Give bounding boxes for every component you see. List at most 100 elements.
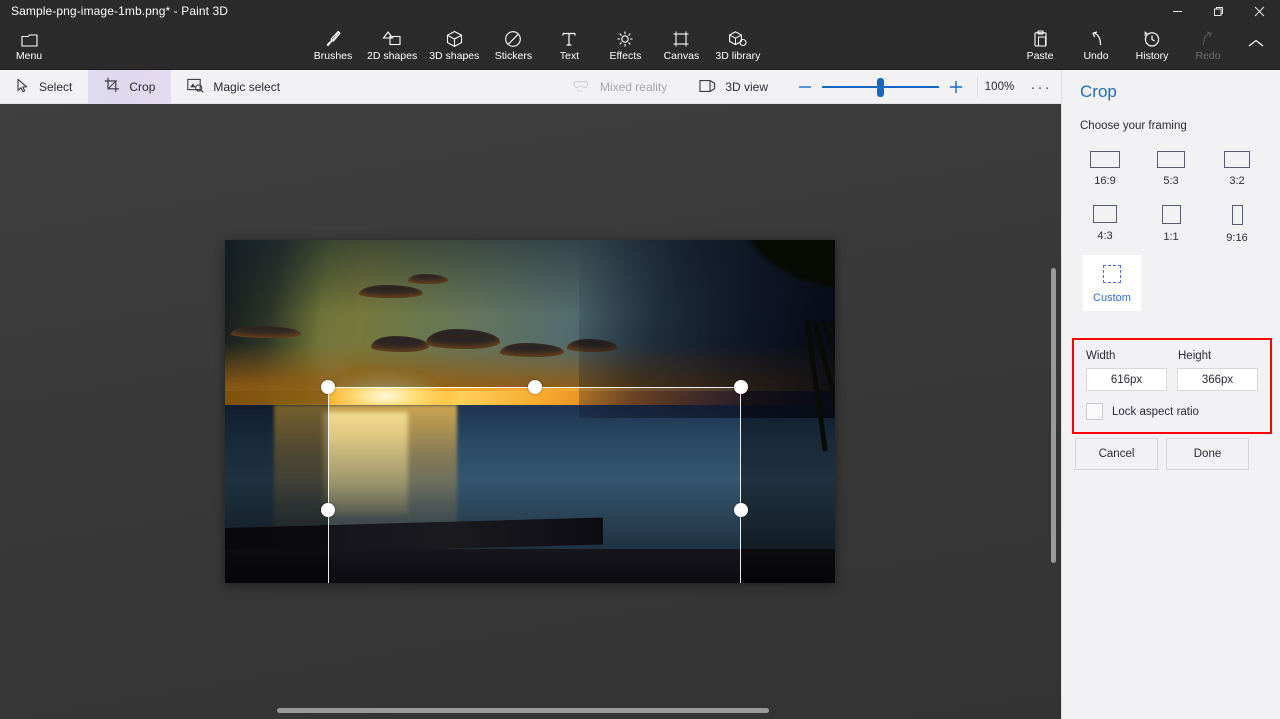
tool-2d-shapes[interactable]: 2D shapes: [361, 22, 423, 70]
zoom-out-button[interactable]: [788, 70, 822, 104]
ratio-option-1-1[interactable]: 1:1: [1138, 200, 1204, 249]
subbar-item-mixed-reality: Mixed reality: [557, 70, 683, 104]
ratio-option-custom[interactable]: Custom: [1083, 255, 1141, 311]
ribbon-tool-group: Brushes 2D shapes 3D shapes: [305, 22, 766, 70]
tool-label: 3D shapes: [429, 50, 479, 62]
width-label: Width: [1086, 350, 1166, 362]
square-icon: [1162, 205, 1181, 224]
artboard[interactable]: [225, 240, 835, 583]
crop-selection-rect[interactable]: [328, 387, 741, 583]
redo-icon: [1199, 30, 1217, 48]
sticker-icon: [504, 30, 522, 48]
zoom-in-button[interactable]: [939, 70, 973, 104]
minimize-button[interactable]: [1157, 0, 1198, 22]
crop-handle-top-center[interactable]: [528, 380, 542, 394]
cube-icon: [446, 30, 463, 48]
subbar-item-magic-select[interactable]: Magic select: [171, 70, 296, 104]
magic-select-icon: [187, 78, 204, 96]
crop-icon: [104, 77, 120, 96]
subbar-item-select[interactable]: Select: [0, 70, 88, 104]
height-input[interactable]: 366px: [1177, 368, 1258, 391]
undo-button[interactable]: Undo: [1068, 22, 1124, 70]
zoom-slider-thumb[interactable]: [877, 78, 884, 97]
subbar-right-group: Mixed reality 3D view 100%: [557, 70, 1061, 104]
tool-3d-library[interactable]: 3D library: [709, 22, 766, 70]
canvas-icon: [672, 30, 690, 48]
zoom-percent-label[interactable]: 100%: [977, 77, 1021, 97]
crop-handle-top-right[interactable]: [734, 380, 748, 394]
subbar-label: Select: [39, 80, 72, 94]
tool-label: Effects: [609, 50, 641, 62]
crop-handle-middle-left[interactable]: [321, 503, 335, 517]
tool-label: Canvas: [664, 50, 700, 62]
ratio-option-3-2[interactable]: 3:2: [1204, 146, 1270, 192]
tool-stickers[interactable]: Stickers: [485, 22, 541, 70]
framing-ratio-grid: 16:9 5:3 3:2 4:3 1:1 9:16: [1062, 132, 1280, 249]
menu-button[interactable]: Menu: [6, 22, 52, 70]
ribbon-action-group: Paste Undo History: [1012, 22, 1236, 70]
crop-handle-middle-right[interactable]: [734, 503, 748, 517]
subbar-label: 3D view: [725, 80, 768, 94]
cancel-button[interactable]: Cancel: [1075, 438, 1158, 470]
window-title: Sample-png-image-1mb.png* - Paint 3D: [0, 4, 228, 18]
tool-text[interactable]: Text: [541, 22, 597, 70]
width-input[interactable]: 616px: [1086, 368, 1167, 391]
window-controls: [1157, 0, 1280, 22]
folder-icon: [21, 30, 38, 48]
tool-brushes[interactable]: Brushes: [305, 22, 361, 70]
tool-effects[interactable]: Effects: [597, 22, 653, 70]
dimension-labels: Width Height: [1086, 350, 1258, 362]
ratio-option-9-16[interactable]: 9:16: [1204, 200, 1270, 249]
height-label: Height: [1178, 350, 1258, 362]
rectangle-icon: [1093, 205, 1117, 223]
subbar-item-crop[interactable]: Crop: [88, 70, 171, 104]
clipboard-icon: [1033, 30, 1048, 48]
canvas-vertical-scrollbar[interactable]: [1051, 268, 1056, 563]
library-icon: [728, 30, 747, 48]
zoom-control: [784, 70, 977, 104]
close-button[interactable]: [1239, 0, 1280, 22]
paste-button[interactable]: Paste: [1012, 22, 1068, 70]
brush-icon: [324, 30, 342, 48]
history-button[interactable]: History: [1124, 22, 1180, 70]
menu-label: Menu: [16, 50, 42, 62]
zoom-slider[interactable]: [822, 70, 939, 104]
action-label: Paste: [1027, 50, 1054, 62]
ratio-option-4-3[interactable]: 4:3: [1072, 200, 1138, 249]
lock-aspect-ratio-row[interactable]: Lock aspect ratio: [1086, 403, 1258, 420]
subbar-item-3d-view[interactable]: 3D view: [683, 70, 784, 104]
portrait-rectangle-icon: [1232, 205, 1243, 225]
subbar-label: Magic select: [213, 80, 280, 94]
crop-handle-top-left[interactable]: [321, 380, 335, 394]
restore-button[interactable]: [1198, 0, 1239, 22]
ratio-label: 1:1: [1163, 231, 1178, 243]
panel-subtitle: Choose your framing: [1062, 102, 1280, 132]
redo-button: Redo: [1180, 22, 1236, 70]
dashed-square-icon: [1103, 265, 1121, 283]
ratio-option-5-3[interactable]: 5:3: [1138, 146, 1204, 192]
crop-dimensions-group: Width Height 616px 366px Lock aspect rat…: [1072, 338, 1272, 434]
done-button[interactable]: Done: [1166, 438, 1249, 470]
view-3d-icon: [699, 79, 716, 96]
ratio-option-16-9[interactable]: 16:9: [1072, 146, 1138, 192]
rectangle-icon: [1157, 151, 1185, 168]
title-bar: Sample-png-image-1mb.png* - Paint 3D: [0, 0, 1280, 22]
tool-canvas[interactable]: Canvas: [653, 22, 709, 70]
tool-label: Text: [560, 50, 579, 62]
subbar-label: Mixed reality: [600, 80, 667, 94]
lock-aspect-ratio-label: Lock aspect ratio: [1112, 406, 1199, 418]
canvas-workspace[interactable]: [0, 104, 1061, 719]
ratio-label: Custom: [1093, 292, 1131, 304]
chevron-up-icon: [1247, 37, 1265, 55]
sun-icon: [616, 30, 634, 48]
ratio-label: 9:16: [1226, 232, 1247, 244]
collapse-ribbon-button[interactable]: [1236, 22, 1276, 70]
action-label: Undo: [1083, 50, 1108, 62]
more-options-button[interactable]: ···: [1021, 70, 1061, 104]
tool-3d-shapes[interactable]: 3D shapes: [423, 22, 485, 70]
tool-label: 3D library: [715, 50, 760, 62]
lock-aspect-ratio-checkbox[interactable]: [1086, 403, 1103, 420]
crop-side-panel: Crop Choose your framing 16:9 5:3 3:2 4:…: [1061, 70, 1280, 719]
action-label: Redo: [1195, 50, 1220, 62]
canvas-horizontal-scrollbar[interactable]: [277, 708, 769, 713]
